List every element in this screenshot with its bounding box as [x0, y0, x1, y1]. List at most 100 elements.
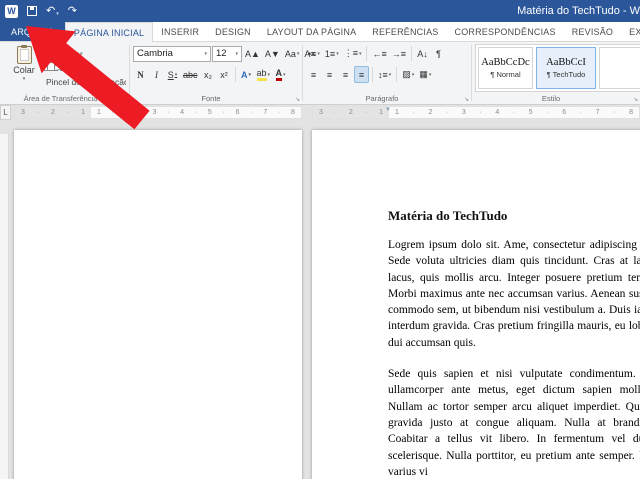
horizontal-ruler-right-page[interactable]: 3 · 2 · 1 1 · 2 · 3 · 4 · 5 · 6 · 7 · 8 ▼ [312, 106, 640, 119]
font-name-combobox[interactable]: Cambria ▾ [133, 45, 211, 62]
sort-button[interactable]: A↓ [415, 45, 430, 62]
ruler-margin-zone: 3 · 2 · 1 [313, 107, 389, 118]
font-name-value: Cambria [137, 48, 173, 59]
control-separator [396, 67, 398, 82]
line-spacing-button[interactable]: ↕≡ ▾ [376, 66, 393, 83]
control-separator [372, 67, 373, 82]
tab-pagina-inicial[interactable]: PÁGINA INICIAL [64, 22, 154, 42]
document-page-right[interactable]: Matéria do TechTudo Logrem ipsum dolo si… [312, 130, 640, 479]
increase-indent-button[interactable]: →≡ [390, 45, 408, 62]
style-name: ¶ TechTudo [546, 70, 586, 79]
horizontal-ruler-left-page[interactable]: 3 · 2 · 1 1 · 2 · 3 · 4 · 5 · 6 · 7 · 8 [14, 106, 302, 119]
font-group-label: Fonte [201, 94, 221, 103]
word-app-icon[interactable]: W [5, 4, 18, 18]
decrease-indent-button[interactable]: ←≡ [370, 45, 388, 62]
ruler-margin-zone: 3 · 2 · 1 [15, 107, 91, 118]
document-area: Matéria do TechTudo Logrem ipsum dolo si… [0, 120, 640, 479]
highlight-color-button[interactable]: ab ▾ [255, 66, 273, 83]
justify-button[interactable]: ≡ [354, 66, 369, 83]
show-paragraph-marks-button[interactable]: ¶ [431, 45, 446, 62]
control-separator [411, 46, 413, 61]
tab-stop-selector[interactable]: L [0, 105, 11, 120]
style-normal[interactable]: AaBbCcDc ¶ Normal [478, 47, 533, 89]
text-effects-button[interactable]: A ▾ [239, 66, 254, 83]
styles-gallery: AaBbCcDc ¶ Normal AaBbCcI ¶ TechTudo [475, 44, 640, 92]
strikethrough-button[interactable]: abc [181, 66, 200, 83]
document-page-left[interactable] [14, 130, 302, 479]
style-sample: AaBbCcDc [481, 57, 530, 68]
copy-icon [44, 62, 55, 71]
save-icon[interactable] [27, 6, 37, 16]
cut-button[interactable]: ╳ Recortar [43, 47, 126, 60]
document-paragraph: Sede quis sapien et nisi vulputate condi… [388, 368, 640, 478]
tab-design[interactable]: DESIGN [207, 22, 259, 41]
format-painter-button[interactable]: Pincel de Formatação [43, 75, 126, 88]
scissors-icon: ╳ [43, 50, 48, 57]
control-separator [234, 67, 236, 82]
style-sample: AaBbCcI [546, 57, 586, 68]
undo-button[interactable]: ↶ ▾ [46, 5, 59, 17]
shading-button[interactable]: ▨ ▾ [400, 66, 416, 83]
ruler-body-zone: 1 · 2 · 3 · 4 · 5 · 6 · 7 · 8 [97, 109, 295, 116]
tab-referencias[interactable]: REFERÊNCIAS [364, 22, 446, 41]
tab-revisao[interactable]: REVISÃO [564, 22, 621, 41]
tab-arquivo[interactable]: ARQUIVO [0, 22, 65, 41]
superscript-button[interactable]: x² [217, 66, 232, 83]
tab-exibicao[interactable]: EXIBIÇÃO [621, 22, 640, 41]
redo-button[interactable]: ↷ [68, 5, 77, 17]
control-separator [366, 46, 368, 61]
title-bar: W ↶ ▾ ↷ Matéria do TechTudo - W [0, 0, 640, 22]
undo-caret-icon: ▾ [56, 10, 59, 17]
format-painter-label: Pincel de Formatação [46, 76, 126, 87]
font-color-button[interactable]: A ▾ [273, 66, 288, 83]
dialog-launcher-icon[interactable]: ↘ [122, 96, 127, 103]
grow-font-button[interactable]: A▲ [243, 45, 262, 62]
document-paragraph: Logrem ipsum dolo sit. Ame, consectetur … [388, 239, 640, 349]
styles-group-label: Estilo [541, 94, 561, 103]
ruler-row: L 3 · 2 · 1 1 · 2 · 3 · 4 · 5 · 6 · 7 · 8 3 · 2 · 1 1 · 2 · 3 · 4 · 5 ·… [0, 105, 640, 120]
copy-button[interactable]: Copiar [43, 61, 126, 74]
tab-inserir[interactable]: INSERIR [153, 22, 207, 41]
underline-button[interactable]: S ▾ [165, 66, 180, 83]
chevron-down-icon: ▾ [235, 50, 238, 57]
document-heading: Matéria do TechTudo [388, 208, 508, 223]
style-partial[interactable] [599, 47, 640, 89]
style-name: ¶ Normal [490, 70, 521, 79]
multilevel-list-button[interactable]: ⋮≡ ▾ [342, 45, 364, 62]
paste-caret-icon: ▾ [22, 76, 26, 82]
clipboard-icon [16, 45, 32, 64]
change-case-button[interactable]: Aa ▾ [283, 45, 302, 62]
borders-button[interactable]: ▦ ▾ [417, 66, 433, 83]
font-size-combobox[interactable]: 12 ▾ [212, 45, 242, 62]
paragraph-group: •≡ ▾ 1≡ ▾ ⋮≡ ▾ ←≡ →≡ A↓ ¶ ≡ ≡ ≡ ≡ ↕≡ ▾ ▨ ▾ ▦ ▾ [303, 42, 471, 104]
vertical-ruler[interactable] [0, 134, 9, 479]
dialog-launcher-icon[interactable]: ↘ [464, 96, 469, 103]
clipboard-group: Colar ▾ ╳ Recortar Copiar Pincel de Form… [2, 42, 129, 104]
align-right-button[interactable]: ≡ [338, 66, 353, 83]
ruler-body-zone: 1 · 2 · 3 · 4 · 5 · 6 · 7 · 8 [395, 109, 633, 116]
bold-button[interactable]: N [133, 66, 148, 83]
dialog-launcher-icon[interactable]: ↘ [295, 96, 300, 103]
subscript-button[interactable]: x₂ [201, 66, 216, 83]
align-center-button[interactable]: ≡ [322, 66, 337, 83]
paragraph-group-label: Parágrafo [365, 94, 399, 103]
align-left-button[interactable]: ≡ [306, 66, 321, 83]
font-size-value: 12 [216, 48, 227, 59]
dialog-launcher-icon[interactable]: ↘ [633, 96, 638, 103]
tab-correspondencias[interactable]: CORRESPONDÊNCIAS [447, 22, 564, 41]
italic-button[interactable]: I [149, 66, 164, 83]
cut-label: Recortar [50, 48, 83, 59]
bullets-button[interactable]: •≡ ▾ [306, 45, 322, 62]
ribbon-tab-row: ARQUIVO PÁGINA INICIAL INSERIR DESIGN LA… [0, 22, 640, 42]
window-title: Matéria do TechTudo - W [517, 5, 640, 17]
shrink-font-button[interactable]: A▼ [263, 45, 282, 62]
clipboard-group-label: Área de Transferência [23, 94, 98, 103]
first-line-indent-marker[interactable]: ▼ [385, 107, 391, 113]
paste-label: Colar [13, 65, 35, 75]
copy-label: Copiar [53, 62, 79, 73]
tab-layout-da-pagina[interactable]: LAYOUT DA PÁGINA [259, 22, 364, 41]
style-techtudo[interactable]: AaBbCcI ¶ TechTudo [536, 47, 596, 89]
font-group: Cambria ▾ 12 ▾ A▲ A▼ Aa ▾ A× N I S ▾ abc x… [130, 42, 316, 104]
numbering-button[interactable]: 1≡ ▾ [323, 45, 341, 62]
paste-button[interactable]: Colar ▾ [5, 44, 43, 93]
